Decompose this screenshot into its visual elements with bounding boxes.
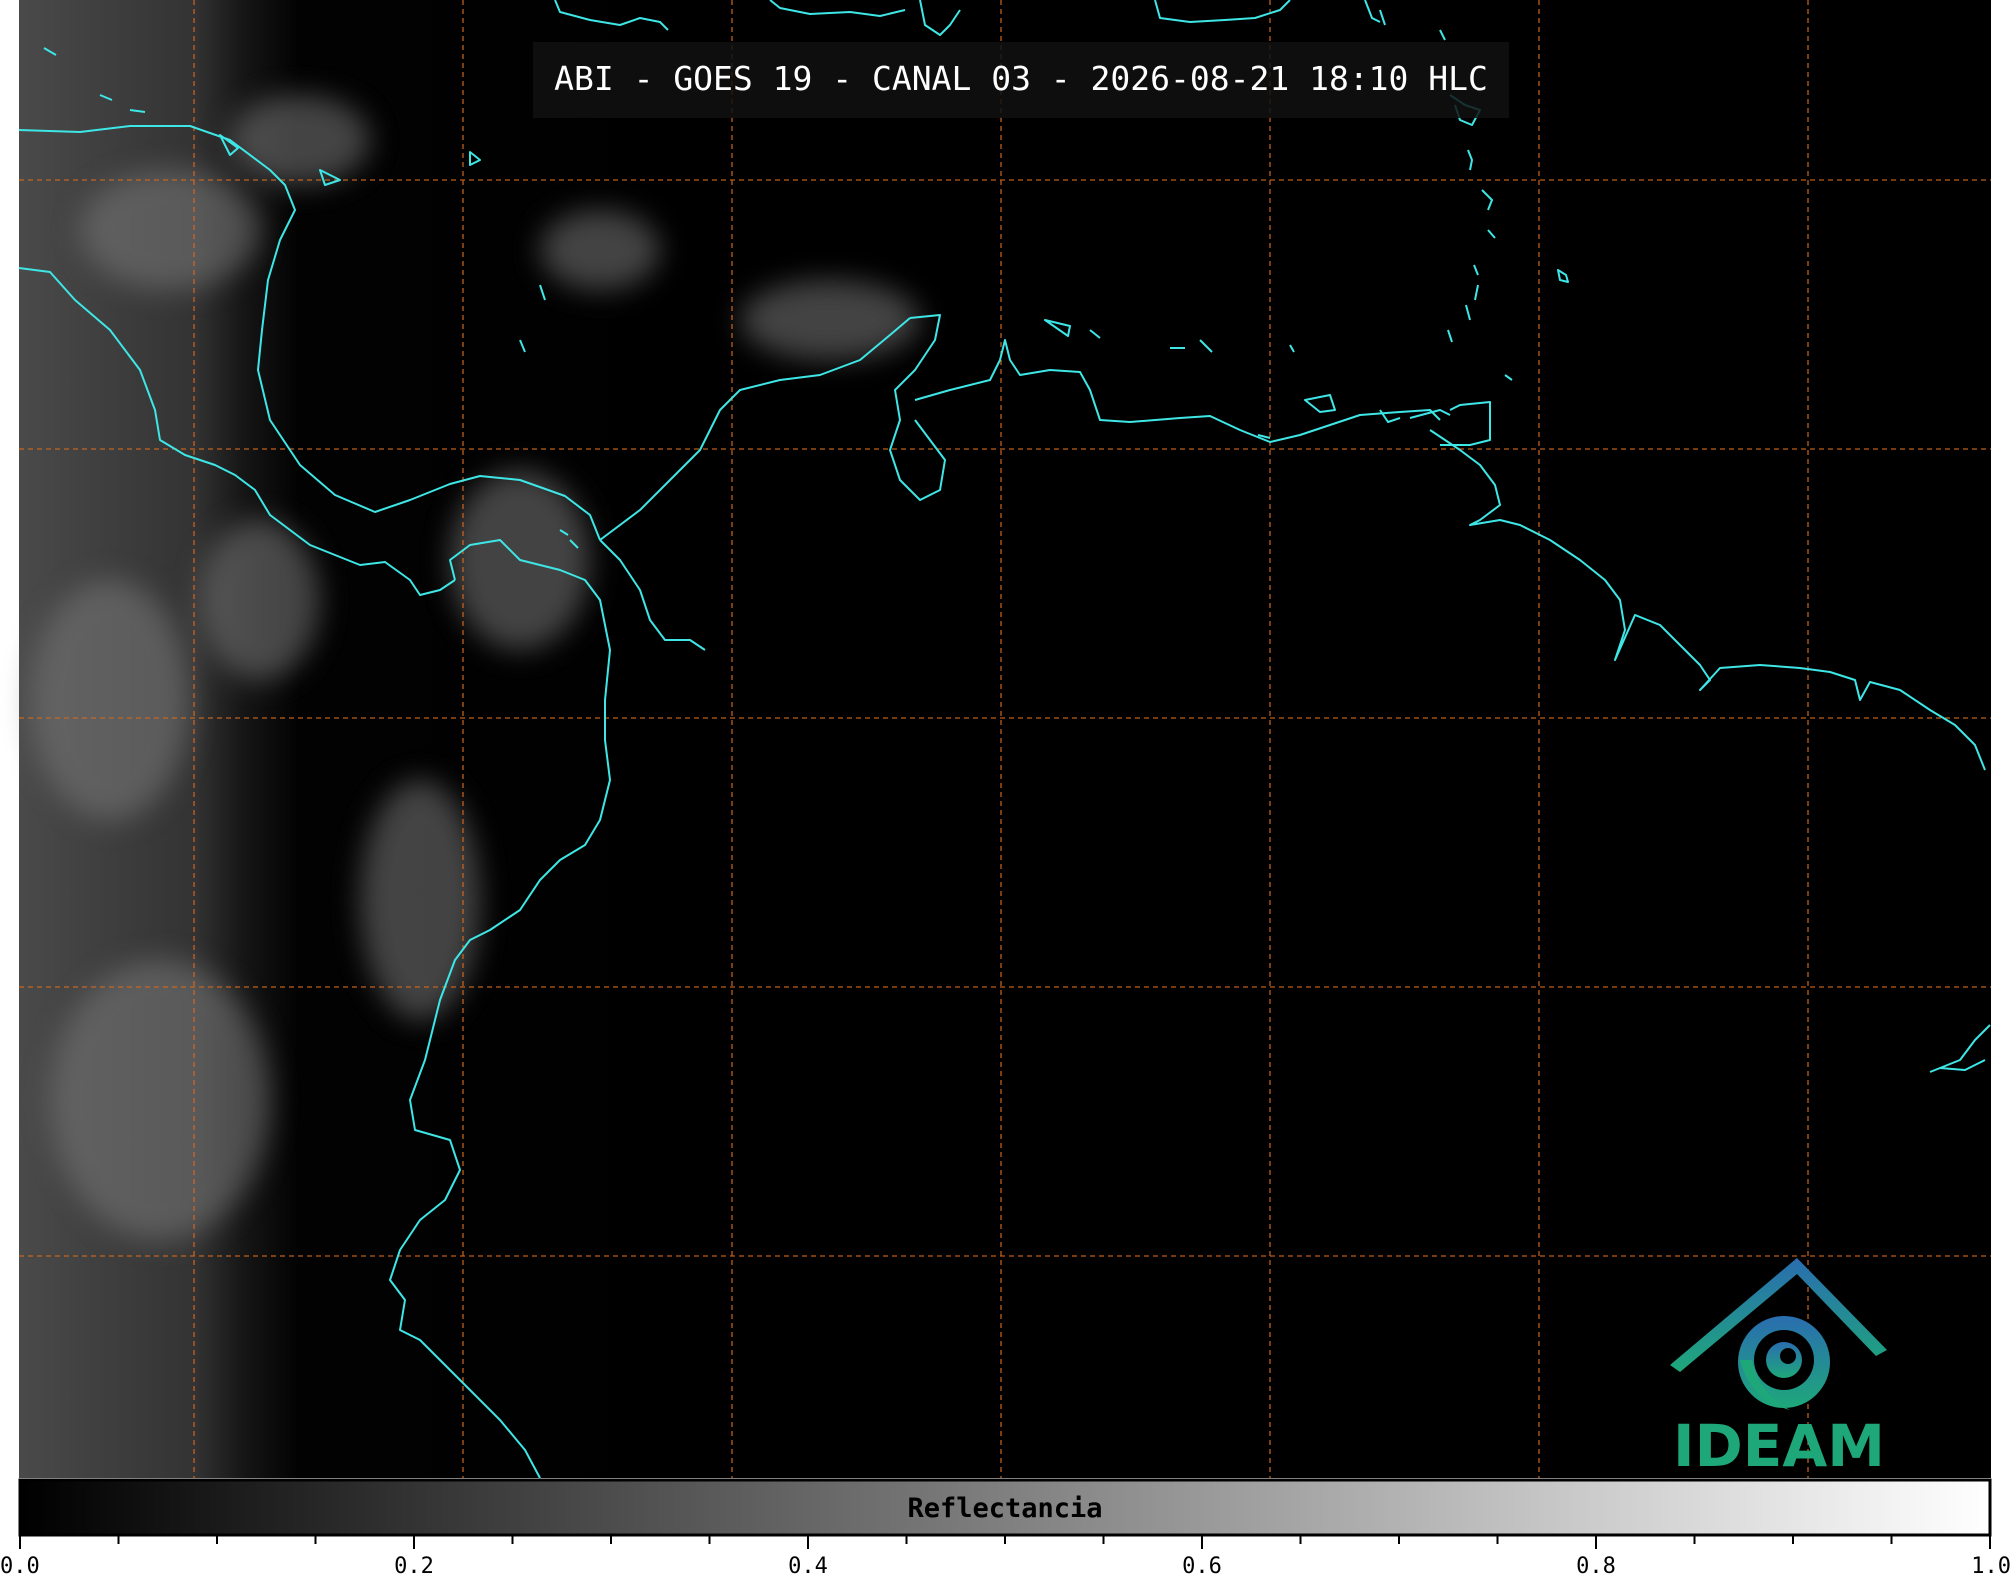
colorbar-tick-label: 0.8 [1576, 1554, 1616, 1577]
colorbar: Reflectancia 0.0 0.2 0.4 0.6 0.8 1.0 [0, 1478, 2011, 1577]
colorbar-ticks: 0.0 0.2 0.4 0.6 0.8 1.0 [0, 1535, 2011, 1577]
colorbar-tick-label: 1.0 [1971, 1554, 2011, 1577]
colorbar-tick-label: 0.4 [788, 1554, 828, 1577]
map-title-text: ABI - GOES 19 - CANAL 03 - 2026-08-21 18… [554, 59, 1488, 98]
colorbar-tick-label: 0.2 [394, 1554, 434, 1577]
satellite-map: ABI - GOES 19 - CANAL 03 - 2026-08-21 18… [0, 0, 2011, 1577]
colorbar-label: Reflectancia [907, 1493, 1102, 1524]
colorbar-tick-label: 0.0 [0, 1554, 40, 1577]
map-title: ABI - GOES 19 - CANAL 03 - 2026-08-21 18… [533, 42, 1509, 118]
colorbar-tick-label: 0.6 [1182, 1554, 1222, 1577]
ideam-logo-text: IDEAM [1673, 1412, 1885, 1480]
